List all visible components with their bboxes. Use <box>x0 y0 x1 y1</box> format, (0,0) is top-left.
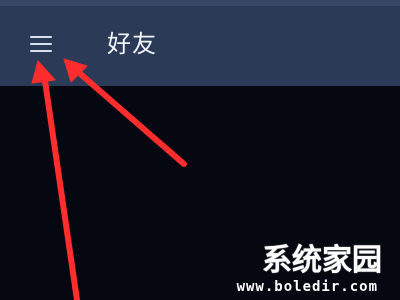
hamburger-menu-icon <box>30 36 52 38</box>
page-title: 好友 <box>107 30 157 58</box>
app-bar: 好友 <box>0 0 400 87</box>
status-bar-edge <box>0 0 400 6</box>
site-watermark: 系统家园 www.boledir.com <box>220 240 392 296</box>
hamburger-menu-icon <box>30 50 52 52</box>
mobile-screen: 好友 系统家园 www.boledir.com <box>0 0 400 300</box>
watermark-site-name: 系统家园 <box>262 243 382 278</box>
hamburger-menu-icon <box>30 43 52 45</box>
menu-button[interactable] <box>22 27 64 61</box>
watermark-url: www.boledir.com <box>236 279 378 295</box>
